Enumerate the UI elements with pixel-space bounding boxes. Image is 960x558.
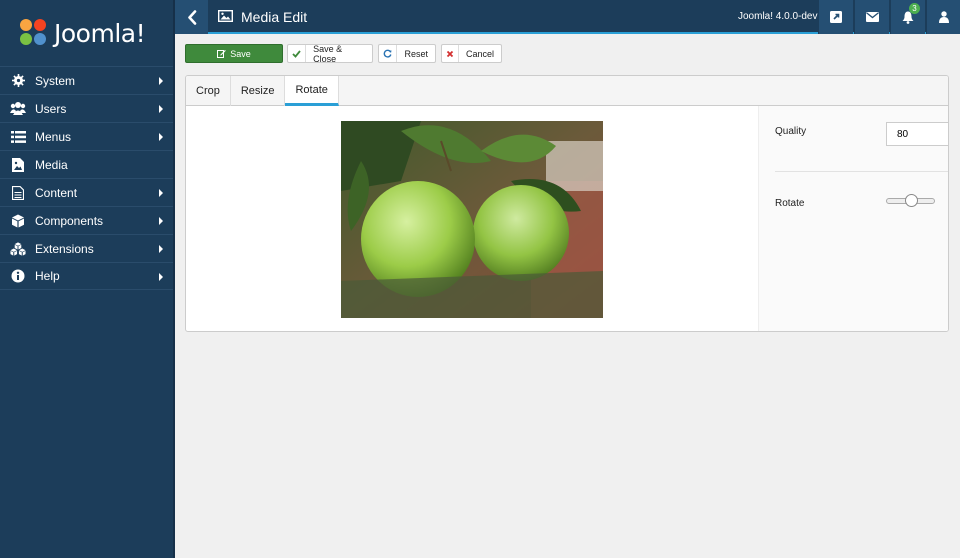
image-file-icon bbox=[10, 157, 26, 173]
tab-bar: Crop Resize Rotate bbox=[186, 76, 948, 106]
sidebar-item-label: Extensions bbox=[35, 241, 94, 256]
envelope-icon bbox=[865, 12, 879, 22]
list-icon bbox=[10, 129, 26, 145]
sidebar-item-label: Menus bbox=[35, 129, 72, 144]
chevron-right-icon bbox=[159, 133, 163, 141]
sidebar-item-help[interactable]: Help bbox=[0, 262, 173, 290]
document-icon bbox=[10, 185, 26, 201]
logo-text: Joomla! bbox=[54, 18, 146, 48]
sidebar-item-users[interactable]: Users bbox=[0, 94, 173, 122]
sidebar-item-content[interactable]: Content bbox=[0, 178, 173, 206]
sidebar-item-menus[interactable]: Menus bbox=[0, 122, 173, 150]
sidebar: Joomla! System Users Menus Media Content bbox=[0, 0, 175, 558]
back-button[interactable] bbox=[175, 0, 208, 34]
sidebar-item-extensions[interactable]: Extensions bbox=[0, 234, 173, 262]
rotate-label: Rotate bbox=[775, 198, 805, 209]
page-title: Media Edit bbox=[241, 9, 308, 25]
save-button-label: Save bbox=[230, 48, 251, 59]
sidebar-item-label: System bbox=[35, 73, 76, 88]
cancel-label: Cancel bbox=[465, 48, 494, 59]
notification-count-badge: 3 bbox=[909, 3, 920, 14]
reset-button[interactable]: Reset bbox=[378, 44, 436, 63]
reset-label: Reset bbox=[404, 48, 428, 59]
edit-icon bbox=[217, 50, 227, 58]
quality-label: Quality bbox=[775, 126, 807, 137]
tab-rotate[interactable]: Rotate bbox=[285, 76, 339, 106]
cancel-button[interactable]: Cancel bbox=[441, 44, 502, 63]
users-icon bbox=[10, 101, 26, 117]
save-close-label: Save & Close bbox=[313, 44, 343, 63]
image-icon bbox=[218, 10, 233, 22]
user-menu-button[interactable] bbox=[926, 0, 960, 34]
chevron-left-icon bbox=[187, 9, 196, 25]
chevron-right-icon bbox=[159, 189, 163, 197]
sidebar-item-label: Users bbox=[35, 101, 67, 116]
sidebar-item-label: Components bbox=[35, 213, 104, 228]
user-icon bbox=[939, 11, 949, 23]
chevron-right-icon bbox=[159, 77, 163, 85]
refresh-icon bbox=[379, 45, 398, 62]
image-preview-area bbox=[186, 106, 758, 331]
external-link-button[interactable] bbox=[818, 0, 853, 34]
image-preview[interactable] bbox=[341, 121, 603, 318]
version-text: Joomla! 4.0.0-dev bbox=[738, 11, 818, 22]
rotate-slider[interactable] bbox=[886, 194, 936, 208]
joomla-logo[interactable]: Joomla! bbox=[0, 0, 173, 66]
joomla-logo-icon bbox=[20, 19, 48, 47]
external-link-icon bbox=[830, 11, 842, 23]
divider bbox=[775, 171, 948, 172]
cube-icon bbox=[10, 213, 26, 229]
cubes-icon bbox=[10, 241, 26, 257]
chevron-right-icon bbox=[159, 245, 163, 253]
sidebar-item-components[interactable]: Components bbox=[0, 206, 173, 234]
sidebar-item-system[interactable]: System bbox=[0, 66, 173, 94]
sidebar-item-label: Content bbox=[35, 185, 78, 200]
chevron-right-icon bbox=[159, 217, 163, 225]
messages-button[interactable] bbox=[854, 0, 889, 34]
editor-panel: Crop Resize Rotate Quality 80 Rotate bbox=[185, 75, 949, 332]
chevron-right-icon bbox=[159, 273, 163, 281]
sidebar-item-media[interactable]: Media bbox=[0, 150, 173, 178]
gear-icon bbox=[10, 73, 26, 89]
header-bar: Media Edit Joomla! 4.0.0-dev 3 bbox=[175, 0, 960, 34]
notifications-button[interactable]: 3 bbox=[890, 0, 925, 34]
sidebar-item-label: Help bbox=[35, 269, 60, 283]
info-icon bbox=[10, 268, 26, 284]
check-icon bbox=[288, 45, 307, 62]
tab-resize[interactable]: Resize bbox=[231, 76, 286, 106]
close-icon bbox=[442, 45, 459, 62]
settings-sidebar: Quality Rotate bbox=[758, 106, 948, 331]
slider-thumb[interactable] bbox=[905, 194, 918, 207]
quality-input[interactable] bbox=[886, 122, 948, 146]
save-close-button[interactable]: Save & Close bbox=[287, 44, 373, 63]
sidebar-item-label: Media bbox=[35, 157, 68, 172]
save-button[interactable]: Save bbox=[185, 44, 283, 63]
tab-crop[interactable]: Crop bbox=[186, 76, 231, 106]
chevron-right-icon bbox=[159, 105, 163, 113]
